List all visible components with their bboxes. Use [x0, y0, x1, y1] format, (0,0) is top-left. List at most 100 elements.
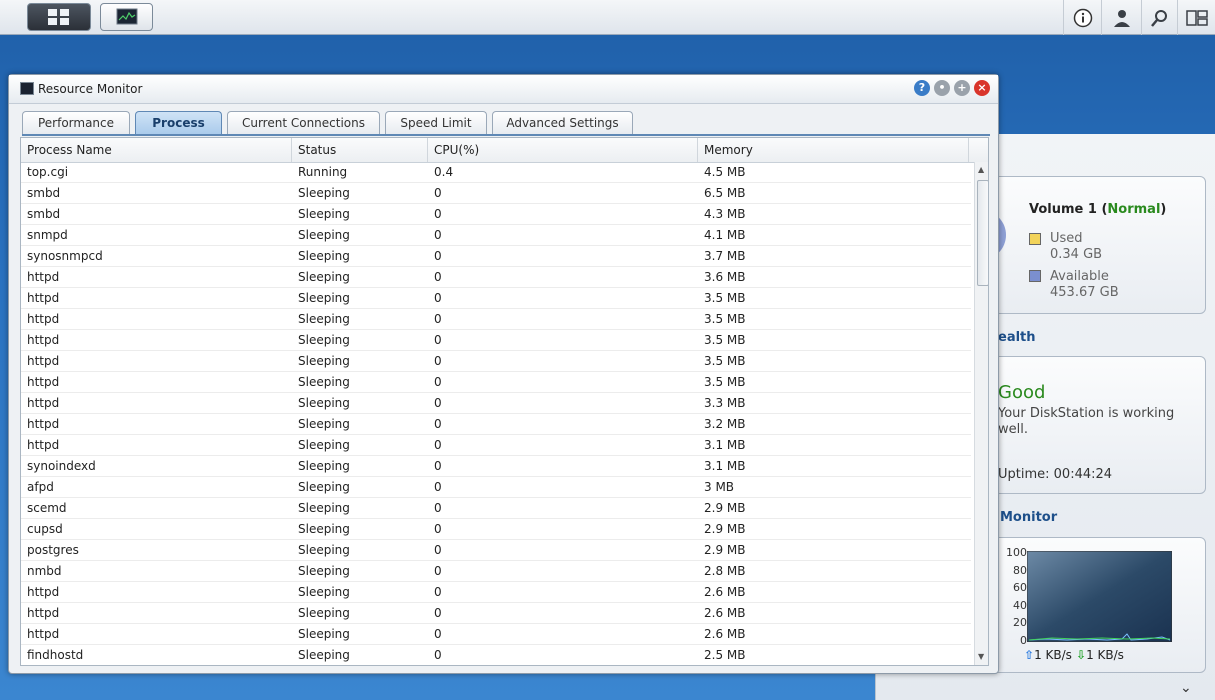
cell-memory: 2.9 MB [704, 522, 746, 536]
download-arrow-icon: ⇩ [1076, 648, 1087, 662]
column-header-status[interactable]: Status [292, 138, 428, 162]
taskbar [0, 0, 1215, 35]
column-header-cpu[interactable]: CPU(%) [428, 138, 698, 162]
cell-process-name: httpd [27, 396, 60, 410]
table-row[interactable]: httpd Sleeping 0 3.2 MB [21, 414, 971, 435]
help-icon[interactable]: ? [914, 80, 930, 96]
column-header-process-name[interactable]: Process Name [21, 138, 292, 162]
table-row[interactable]: cupsd Sleeping 0 2.9 MB [21, 519, 971, 540]
widgets-button[interactable] [1177, 0, 1215, 35]
table-row[interactable]: findhostd Sleeping 0 2.5 MB [21, 645, 971, 665]
close-icon[interactable]: × [974, 80, 990, 96]
cell-memory: 4.1 MB [704, 228, 746, 242]
cell-cpu: 0 [434, 648, 442, 662]
monitor-heading: Monitor [1000, 510, 1058, 525]
table-row[interactable]: synosnmpcd Sleeping 0 3.7 MB [21, 246, 971, 267]
resource-monitor-window: Resource Monitor ? • + × Performance Pro… [8, 74, 999, 674]
available-value: 453.67 GB [1050, 285, 1119, 300]
table-row[interactable]: httpd Sleeping 0 3.3 MB [21, 393, 971, 414]
tab-advanced-settings[interactable]: Advanced Settings [492, 111, 633, 135]
main-menu-icon [48, 9, 69, 25]
vertical-scrollbar[interactable]: ▲ ▼ [974, 162, 988, 665]
chevron-down-icon[interactable]: ⌄ [1180, 680, 1192, 696]
cell-cpu: 0 [434, 270, 442, 284]
scroll-down-icon[interactable]: ▼ [978, 652, 984, 661]
cell-cpu: 0 [434, 312, 442, 326]
table-row[interactable]: httpd Sleeping 0 2.6 MB [21, 582, 971, 603]
uptime-text: Uptime: 00:44:24 [998, 467, 1113, 482]
tab-performance[interactable]: Performance [22, 111, 130, 135]
cell-process-name: smbd [27, 186, 61, 200]
cell-cpu: 0 [434, 249, 442, 263]
cell-status: Sleeping [298, 480, 350, 494]
table-row[interactable]: smbd Sleeping 0 6.5 MB [21, 183, 971, 204]
resource-monitor-icon [116, 8, 138, 25]
tab-current-connections[interactable]: Current Connections [227, 111, 380, 135]
cell-cpu: 0 [434, 543, 442, 557]
cell-process-name: httpd [27, 438, 60, 452]
cell-memory: 3.3 MB [704, 396, 746, 410]
tab-process[interactable]: Process [135, 111, 222, 135]
info-button[interactable] [1063, 0, 1101, 35]
table-row[interactable]: synoindexd Sleeping 0 3.1 MB [21, 456, 971, 477]
search-button[interactable] [1141, 0, 1177, 35]
cell-cpu: 0 [434, 291, 442, 305]
window-titlebar[interactable]: Resource Monitor ? • + × [9, 75, 998, 104]
cell-process-name: httpd [27, 627, 60, 641]
table-row[interactable]: httpd Sleeping 0 3.5 MB [21, 309, 971, 330]
cell-process-name: httpd [27, 333, 60, 347]
cell-process-name: afpd [27, 480, 54, 494]
cell-memory: 3.6 MB [704, 270, 746, 284]
cell-memory: 2.5 MB [704, 648, 746, 662]
table-header: Process Name Status CPU(%) Memory [21, 138, 988, 163]
scroll-up-icon[interactable]: ▲ [978, 165, 984, 174]
table-row[interactable]: httpd Sleeping 0 3.5 MB [21, 351, 971, 372]
table-row[interactable]: smbd Sleeping 0 4.3 MB [21, 204, 971, 225]
maximize-icon[interactable]: + [954, 80, 970, 96]
volume-title: Volume 1 (Normal) [1029, 202, 1167, 217]
network-chart [1027, 551, 1172, 642]
cell-status: Sleeping [298, 312, 350, 326]
search-icon [1150, 9, 1167, 27]
tab-speed-limit[interactable]: Speed Limit [385, 111, 487, 135]
cell-status: Sleeping [298, 291, 350, 305]
cell-status: Sleeping [298, 543, 350, 557]
cell-process-name: httpd [27, 417, 60, 431]
table-row[interactable]: postgres Sleeping 0 2.9 MB [21, 540, 971, 561]
table-row[interactable]: httpd Sleeping 0 3.5 MB [21, 288, 971, 309]
cell-cpu: 0 [434, 522, 442, 536]
cell-cpu: 0 [434, 417, 442, 431]
table-row[interactable]: afpd Sleeping 0 3 MB [21, 477, 971, 498]
cell-cpu: 0 [434, 396, 442, 410]
info-icon [1073, 8, 1092, 27]
table-row[interactable]: httpd Sleeping 0 2.6 MB [21, 603, 971, 624]
table-row[interactable]: httpd Sleeping 0 3.6 MB [21, 267, 971, 288]
cell-memory: 2.9 MB [704, 543, 746, 557]
cell-process-name: httpd [27, 606, 60, 620]
column-header-memory[interactable]: Memory [698, 138, 969, 162]
table-row[interactable]: nmbd Sleeping 0 2.8 MB [21, 561, 971, 582]
cell-memory: 3.5 MB [704, 354, 746, 368]
table-row[interactable]: httpd Sleeping 0 3.5 MB [21, 372, 971, 393]
cell-status: Sleeping [298, 186, 350, 200]
widgets-icon [1185, 9, 1208, 26]
table-row[interactable]: httpd Sleeping 0 3.5 MB [21, 330, 971, 351]
table-row[interactable]: top.cgi Running 0.4 4.5 MB [21, 162, 971, 183]
cell-memory: 2.6 MB [704, 627, 746, 641]
volume-status: Normal [1107, 202, 1161, 217]
y-tick-20: 20 [1013, 616, 1027, 629]
table-row[interactable]: scemd Sleeping 0 2.9 MB [21, 498, 971, 519]
table-row[interactable]: httpd Sleeping 0 2.6 MB [21, 624, 971, 645]
upload-rate: ⇧1 KB/s [1024, 648, 1072, 662]
main-menu-button[interactable] [27, 3, 91, 31]
used-label: Used [1050, 231, 1083, 246]
resource-monitor-taskbar-button[interactable] [100, 3, 153, 31]
cell-memory: 3 MB [704, 480, 735, 494]
user-button[interactable] [1101, 0, 1141, 35]
cell-status: Sleeping [298, 585, 350, 599]
scrollbar-thumb[interactable] [977, 180, 988, 286]
table-row[interactable]: httpd Sleeping 0 3.1 MB [21, 435, 971, 456]
minimize-icon[interactable]: • [934, 80, 950, 96]
download-rate: ⇩1 KB/s [1076, 648, 1124, 662]
table-row[interactable]: snmpd Sleeping 0 4.1 MB [21, 225, 971, 246]
